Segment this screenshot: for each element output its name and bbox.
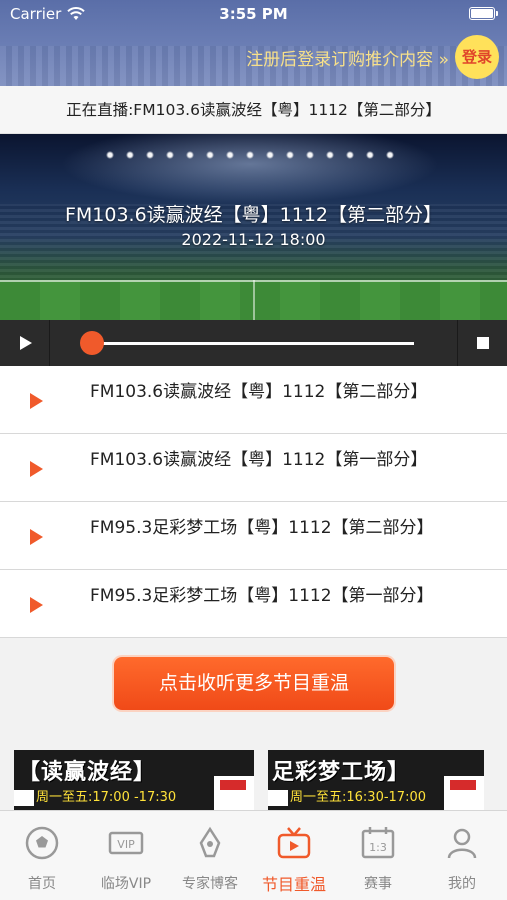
app-screen: Carrier 3:55 PM 注册后登录订购推介内容 » 登录 正在直播:FM… bbox=[0, 0, 507, 900]
tab-label: 节目重温 bbox=[261, 875, 326, 894]
station-logo bbox=[214, 776, 254, 810]
program-card-zucaimenggongchang[interactable]: 足彩梦工场】 周一至五:16:30-17:00 bbox=[268, 750, 484, 810]
program-card-schedule: 周一至五:16:30-17:00 bbox=[268, 788, 426, 808]
svg-text:VIP: VIP bbox=[117, 838, 135, 851]
play-arrow-icon bbox=[30, 529, 43, 545]
progress-track[interactable] bbox=[92, 342, 414, 345]
svg-text:1:3: 1:3 bbox=[369, 841, 387, 854]
program-card-duyingbojing[interactable]: 【读赢波经】 周一至五:17:00 -17:30 bbox=[14, 750, 254, 810]
now-playing-bar: 正在直播:FM103.6读赢波经【粤】1112【第二部分】 bbox=[0, 86, 507, 134]
header: Carrier 3:55 PM 注册后登录订购推介内容 » 登录 bbox=[0, 0, 507, 86]
promo-link[interactable]: 注册后登录订购推介内容 » bbox=[246, 45, 449, 70]
tab-label: 临场VIP bbox=[100, 876, 152, 892]
banner-datetime: 2022-11-12 18:00 bbox=[181, 230, 326, 249]
tab-label: 首页 bbox=[28, 876, 56, 892]
login-button[interactable]: 登录 bbox=[455, 35, 499, 79]
stadium-field bbox=[0, 280, 507, 320]
play-arrow-icon bbox=[30, 393, 43, 409]
program-card-schedule: 周一至五:17:00 -17:30 bbox=[14, 788, 176, 808]
station-logo bbox=[444, 776, 484, 810]
radio-icon bbox=[277, 827, 311, 859]
episode-title: FM95.3足彩梦工场【粤】1112【第一部分】 bbox=[90, 586, 434, 606]
program-card-name: 足彩梦工场】 bbox=[272, 760, 411, 785]
user-icon bbox=[447, 828, 477, 859]
tab-program-replay[interactable]: 节目重温 bbox=[252, 811, 336, 900]
tab-label: 赛事 bbox=[364, 876, 392, 892]
stadium-banner: FM103.6读赢波经【粤】1112【第二部分】 2022-11-12 18:0… bbox=[0, 134, 507, 320]
tab-vip[interactable]: VIP 临场VIP bbox=[84, 811, 168, 900]
vip-icon: VIP bbox=[108, 831, 144, 855]
status-bar: Carrier 3:55 PM bbox=[0, 0, 507, 28]
episode-list: FM103.6读赢波经【粤】1112【第二部分】 FM103.6读赢波经【粤】1… bbox=[0, 366, 507, 638]
soccer-ball-icon bbox=[25, 826, 59, 860]
more-programs-button[interactable]: 点击收听更多节目重温 bbox=[114, 657, 394, 710]
clock: 3:55 PM bbox=[219, 5, 288, 23]
banner-title: FM103.6读赢波经【粤】1112【第二部分】 bbox=[64, 204, 443, 226]
stop-button[interactable] bbox=[457, 320, 507, 366]
tab-label: 专家博客 bbox=[182, 876, 238, 892]
episode-title: FM103.6读赢波经【粤】1112【第一部分】 bbox=[90, 450, 428, 470]
battery-icon bbox=[469, 7, 498, 20]
episode-item[interactable]: FM95.3足彩梦工场【粤】1112【第一部分】 bbox=[0, 570, 507, 638]
episode-title: FM103.6读赢波经【粤】1112【第二部分】 bbox=[90, 382, 428, 402]
tab-expert-blog[interactable]: 专家博客 bbox=[168, 811, 252, 900]
play-arrow-icon bbox=[30, 461, 43, 477]
tab-mine[interactable]: 我的 bbox=[420, 811, 504, 900]
episode-item[interactable]: FM103.6读赢波经【粤】1112【第二部分】 bbox=[0, 366, 507, 434]
tab-label: 我的 bbox=[448, 876, 476, 892]
episode-item[interactable]: FM103.6读赢波经【粤】1112【第一部分】 bbox=[0, 434, 507, 502]
tab-home[interactable]: 首页 bbox=[0, 811, 84, 900]
episode-item[interactable]: FM95.3足彩梦工场【粤】1112【第二部分】 bbox=[0, 502, 507, 570]
play-button[interactable] bbox=[0, 320, 50, 366]
play-arrow-icon bbox=[30, 597, 43, 613]
tab-bar: 首页 VIP 临场VIP 专家博客 节目重温 1:3 赛事 我的 bbox=[0, 810, 507, 900]
program-card-name: 【读赢波经】 bbox=[18, 760, 157, 785]
stadium-lights bbox=[100, 144, 400, 166]
progress-thumb[interactable] bbox=[80, 331, 104, 355]
pen-icon bbox=[199, 826, 221, 858]
scoreboard-icon: 1:3 bbox=[361, 827, 395, 859]
audio-player bbox=[0, 320, 507, 366]
episode-title: FM95.3足彩梦工场【粤】1112【第二部分】 bbox=[90, 518, 434, 538]
tab-matches[interactable]: 1:3 赛事 bbox=[336, 811, 420, 900]
program-cards: 【读赢波经】 周一至五:17:00 -17:30 足彩梦工场】 周一至五:16:… bbox=[14, 750, 484, 810]
